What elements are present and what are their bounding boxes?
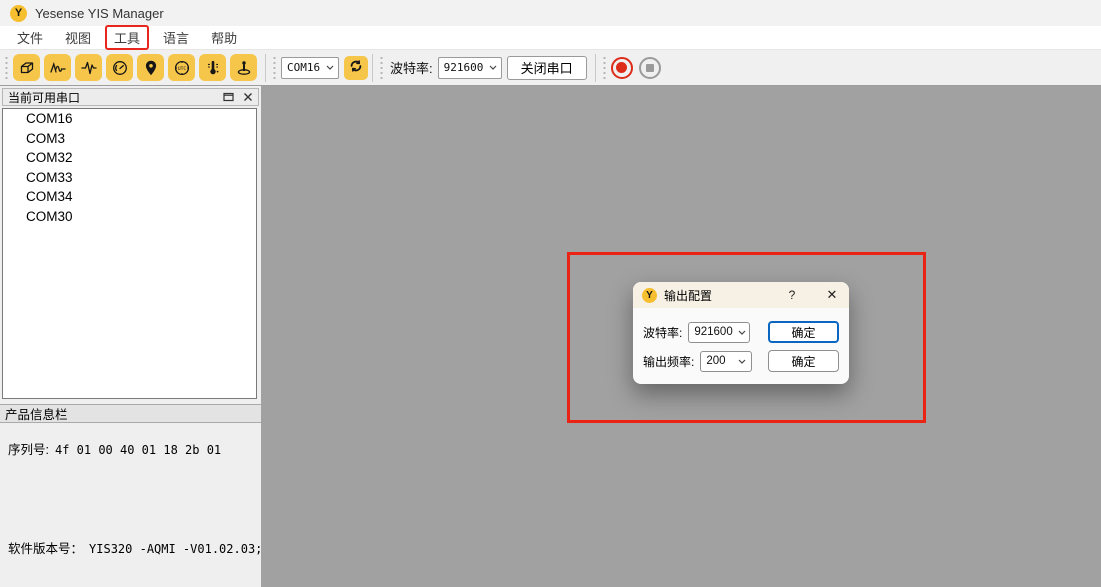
main-work-area: Y 输出配置 ? ✕ 波特率: 921600 确定 — [261, 86, 1101, 587]
baud-select[interactable]: 921600 — [438, 57, 502, 79]
dialog-logo-icon: Y — [642, 288, 657, 303]
tool-attitude-wave-button[interactable] — [44, 54, 71, 81]
menu-file[interactable]: 文件 — [9, 26, 51, 49]
refresh-ports-button[interactable] — [344, 56, 368, 80]
chevron-down-icon — [483, 65, 497, 70]
chevron-down-icon — [733, 359, 746, 364]
title-bar: Y Yesense YIS Manager — [0, 0, 1101, 26]
port-select[interactable]: COM16 — [281, 57, 339, 79]
svg-text:UTC: UTC — [177, 65, 186, 71]
toolbar-separator — [372, 54, 373, 82]
tool-utc-clock-button[interactable]: UTC — [168, 54, 195, 81]
close-icon — [243, 90, 253, 105]
dialog-rate-value: 200 — [706, 355, 725, 367]
toolbar: UTC COM16 波特率: 921600 关闭串口 — [0, 50, 1101, 86]
utc-clock-icon: UTC — [173, 59, 191, 77]
dialog-body: 波特率: 921600 确定 输出频率: 200 确定 — [633, 308, 849, 372]
dialog-close-button[interactable]: ✕ — [823, 286, 841, 304]
available-ports-header: 当前可用串口 — [2, 88, 259, 106]
angle-waveform-icon — [49, 59, 67, 77]
menu-view[interactable]: 视图 — [57, 26, 99, 49]
menu-help[interactable]: 帮助 — [203, 26, 245, 49]
baud-select-value: 921600 — [444, 61, 484, 74]
stop-button[interactable] — [639, 57, 661, 79]
tool-raw-wave-button[interactable] — [75, 54, 102, 81]
toolbar-grip[interactable] — [379, 57, 384, 79]
available-ports-title: 当前可用串口 — [8, 89, 80, 106]
baud-rate-row: 波特率: 921600 确定 — [643, 321, 839, 343]
serial-number-value: 4f 01 00 40 01 18 2b 01 — [55, 443, 221, 457]
stop-icon — [646, 64, 654, 72]
baud-rate-label: 波特率: — [390, 58, 433, 77]
firmware-version-line: 软件版本号： YIS320 -AQMI -V01.02.03; — [8, 538, 253, 557]
left-dock-panel: 当前可用串口 COM16 COM3 COM32 COM33 COM34 COM3… — [0, 86, 261, 587]
record-button[interactable] — [611, 57, 633, 79]
toolbar-separator — [595, 54, 596, 82]
tool-level-button[interactable] — [230, 54, 257, 81]
port-list-item[interactable]: COM30 — [3, 207, 256, 227]
gauge-icon — [111, 59, 129, 77]
dialog-rate-select[interactable]: 200 — [700, 351, 752, 372]
level-pin-icon — [235, 59, 253, 77]
tool-3d-view-button[interactable] — [13, 54, 40, 81]
firmware-version-label: 软件版本号： — [8, 538, 83, 557]
tool-gauge-button[interactable] — [106, 54, 133, 81]
output-config-dialog: Y 输出配置 ? ✕ 波特率: 921600 确定 — [633, 282, 849, 384]
app-window: Y Yesense YIS Manager 文件 视图 工具 语言 帮助 UTC — [0, 0, 1101, 587]
tool-thermometer-button[interactable] — [199, 54, 226, 81]
app-title: Yesense YIS Manager — [35, 6, 164, 21]
dialog-help-button[interactable]: ? — [783, 286, 801, 304]
dock-float-button[interactable] — [221, 90, 236, 104]
chevron-down-icon — [733, 330, 746, 335]
port-list: COM16 COM3 COM32 COM33 COM34 COM30 — [2, 108, 257, 399]
product-info-header: 产品信息栏 — [0, 404, 261, 423]
firmware-version-value: YIS320 -AQMI -V01.02.03; — [89, 542, 262, 556]
pulse-waveform-icon — [80, 59, 98, 77]
output-rate-row: 输出频率: 200 确定 — [643, 350, 839, 372]
chevron-down-icon — [320, 65, 334, 70]
port-list-item[interactable]: COM34 — [3, 187, 256, 207]
close-serial-port-button[interactable]: 关闭串口 — [507, 56, 587, 80]
dialog-title: 输出配置 — [664, 287, 712, 304]
dialog-baud-label: 波特率: — [643, 324, 682, 341]
rate-confirm-button[interactable]: 确定 — [768, 350, 839, 372]
location-pin-icon — [142, 59, 160, 77]
port-list-item[interactable]: COM16 — [3, 109, 256, 129]
serial-number-line: 序列号: 4f 01 00 40 01 18 2b 01 — [8, 439, 253, 458]
product-info-body: 序列号: 4f 01 00 40 01 18 2b 01 软件版本号： YIS3… — [0, 423, 261, 587]
dialog-title-bar[interactable]: Y 输出配置 ? ✕ — [633, 282, 849, 308]
menu-language[interactable]: 语言 — [155, 26, 197, 49]
toolbar-grip[interactable] — [4, 57, 9, 79]
serial-number-label: 序列号: — [8, 439, 49, 458]
menu-bar: 文件 视图 工具 语言 帮助 — [0, 26, 1101, 50]
cube-3d-icon — [18, 59, 36, 77]
port-select-value: COM16 — [287, 61, 320, 74]
toolbar-grip[interactable] — [602, 57, 607, 79]
port-list-item[interactable]: COM3 — [3, 129, 256, 149]
product-info-title: 产品信息栏 — [5, 404, 68, 423]
dialog-rate-label: 输出频率: — [643, 353, 694, 370]
thermometer-icon — [204, 59, 222, 77]
dialog-baud-value: 921600 — [694, 326, 732, 338]
port-list-item[interactable]: COM33 — [3, 168, 256, 188]
app-logo-icon: Y — [10, 5, 27, 22]
float-window-icon — [223, 90, 234, 105]
dialog-baud-select[interactable]: 921600 — [688, 322, 750, 343]
dock-close-button[interactable] — [240, 90, 255, 104]
tool-location-button[interactable] — [137, 54, 164, 81]
record-icon — [616, 62, 627, 73]
toolbar-separator — [265, 54, 266, 82]
menu-tools[interactable]: 工具 — [105, 25, 149, 50]
baud-confirm-button[interactable]: 确定 — [768, 321, 839, 343]
refresh-icon — [348, 58, 364, 77]
port-list-item[interactable]: COM32 — [3, 148, 256, 168]
toolbar-grip[interactable] — [272, 57, 277, 79]
